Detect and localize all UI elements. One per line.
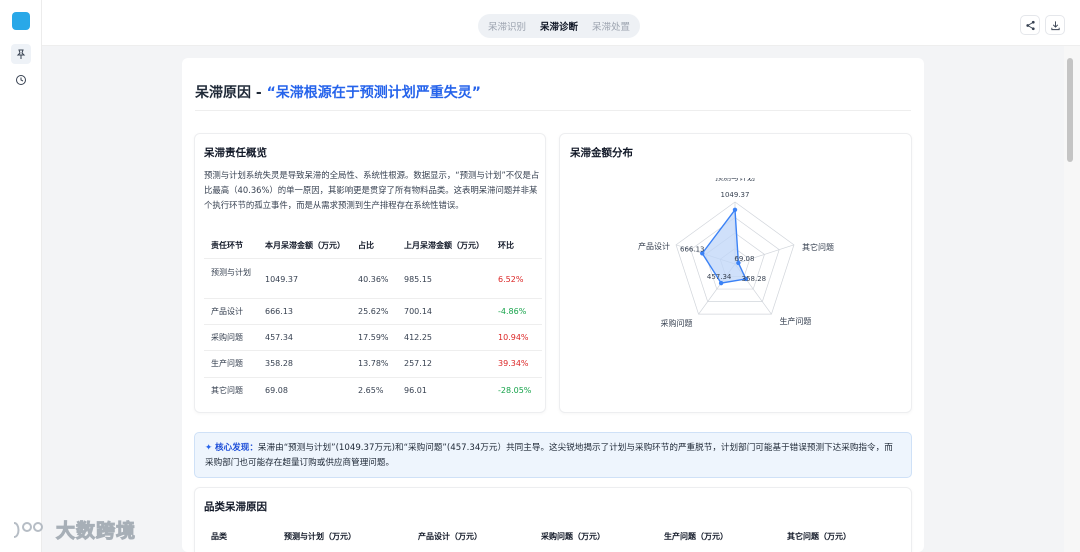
radar-value-label: 358.28 bbox=[742, 275, 767, 283]
tab-dispose[interactable]: 呆滞处置 bbox=[587, 15, 635, 37]
cell-name: 预测与计划 bbox=[211, 268, 251, 277]
radar-value-label: 666.13 bbox=[680, 245, 705, 253]
cell-amount: 457.34 bbox=[265, 333, 293, 342]
category-col-header: 产品设计（万元） bbox=[418, 532, 482, 541]
cell-last: 985.15 bbox=[404, 275, 432, 284]
cell-name: 采购问题 bbox=[211, 333, 243, 342]
download-icon bbox=[1050, 20, 1060, 30]
watermark-logo-icon bbox=[13, 521, 43, 538]
watermark-text: 大数跨境 bbox=[55, 520, 137, 543]
col-header: 上月呆滞金额（万元） bbox=[404, 241, 484, 250]
cell-mom: -4.86% bbox=[498, 307, 527, 316]
cell-amount: 358.28 bbox=[265, 359, 293, 368]
sparkle-icon: ✦ bbox=[205, 443, 213, 453]
cell-mom: -28.05% bbox=[498, 386, 532, 395]
report-title: 呆滞原因 - “呆滞根源在于预测计划严重失灵” bbox=[195, 82, 481, 102]
row-divider bbox=[204, 298, 542, 299]
row-divider bbox=[204, 377, 542, 378]
cell-share: 25.62% bbox=[358, 307, 389, 316]
cell-last: 96.01 bbox=[404, 386, 427, 395]
share-icon bbox=[1025, 20, 1035, 30]
category-col-header: 其它问题（万元） bbox=[787, 532, 851, 541]
stage-tabs: 呆滞识别 呆滞诊断 呆滞处置 bbox=[478, 14, 640, 38]
cell-last: 700.14 bbox=[404, 307, 432, 316]
left-rail bbox=[0, 0, 42, 552]
radar-value-label: 1049.37 bbox=[721, 191, 750, 199]
radar-category-label: 其它问题 bbox=[802, 242, 834, 252]
cell-share: 40.36% bbox=[358, 275, 389, 284]
cell-mom: 39.34% bbox=[498, 359, 529, 368]
cell-mom: 10.94% bbox=[498, 333, 529, 342]
category-col-header: 品类 bbox=[211, 532, 227, 541]
cell-share: 13.78% bbox=[358, 359, 389, 368]
col-header: 责任环节 bbox=[211, 241, 243, 250]
distribution-title: 呆滞金额分布 bbox=[570, 147, 633, 159]
cell-mom: 6.52% bbox=[498, 275, 524, 284]
report-title-prefix: 呆滞原因 - bbox=[195, 85, 267, 101]
cell-name: 其它问题 bbox=[211, 386, 243, 395]
radar-chart: 1049.37 69.08 358.28 457.34 666.13 预测与计划其它问题生… bbox=[638, 178, 834, 328]
radar-data-point bbox=[718, 280, 724, 286]
overview-title: 呆滞责任概览 bbox=[204, 147, 267, 159]
overview-paragraph: 预测与计划系统失灵是导致呆滞的全局性、系统性根源。数据显示，“预测与计划”不仅是… bbox=[204, 170, 540, 211]
category-panel bbox=[194, 487, 912, 552]
category-title: 品类呆滞原因 bbox=[204, 501, 267, 513]
cell-amount: 666.13 bbox=[265, 307, 293, 316]
cell-share: 2.65% bbox=[358, 386, 384, 395]
radar-data-point bbox=[732, 207, 738, 212]
watermark: 大数跨境 bbox=[10, 516, 136, 543]
top-bar: 呆滞识别 呆滞诊断 呆滞处置 bbox=[42, 0, 1080, 46]
radar-value-label: 457.34 bbox=[707, 273, 732, 281]
col-header: 环比 bbox=[498, 241, 514, 250]
insight-text: 呆滞由“预测与计划”(1049.37万元)和“采购问题”(457.34万元）共同… bbox=[205, 443, 893, 468]
insight-label: 核心发现： bbox=[214, 443, 258, 453]
title-divider bbox=[195, 110, 911, 111]
insight-box: ✦ 核心发现：呆滞由“预测与计划”(1049.37万元)和“采购问题”(457.… bbox=[194, 432, 912, 478]
cell-name: 产品设计 bbox=[211, 307, 243, 316]
pin-icon[interactable] bbox=[11, 44, 31, 64]
radar-category-label: 预测与计划 bbox=[715, 178, 755, 182]
cell-last: 412.25 bbox=[404, 333, 432, 342]
category-col-header: 生产问题（万元） bbox=[664, 532, 728, 541]
col-header: 占比 bbox=[358, 241, 374, 250]
radar-category-label: 生产问题 bbox=[779, 316, 811, 326]
tab-identify[interactable]: 呆滞识别 bbox=[483, 15, 531, 37]
col-header: 本月呆滞金额（万元） bbox=[265, 241, 345, 250]
share-button[interactable] bbox=[1020, 15, 1040, 35]
cell-amount: 1049.37 bbox=[265, 275, 299, 284]
row-divider bbox=[204, 258, 542, 259]
cell-name: 生产问题 bbox=[211, 359, 243, 368]
category-col-header: 预测与计划（万元） bbox=[284, 532, 356, 541]
category-col-header: 采购问题（万元） bbox=[541, 532, 605, 541]
cell-share: 17.59% bbox=[358, 333, 389, 342]
cell-amount: 69.08 bbox=[265, 386, 288, 395]
download-button[interactable] bbox=[1045, 15, 1065, 35]
cell-last: 257.12 bbox=[404, 359, 432, 368]
app-logo-icon[interactable] bbox=[12, 12, 30, 30]
report-title-highlight: “呆滞根源在于预测计划严重失灵” bbox=[266, 85, 481, 101]
radar-category-label: 采购问题 bbox=[661, 318, 693, 328]
radar-value-label: 69.08 bbox=[734, 255, 754, 263]
radar-category-label: 产品设计 bbox=[638, 241, 670, 251]
tab-diagnose[interactable]: 呆滞诊断 bbox=[535, 15, 583, 37]
history-clock-icon[interactable] bbox=[11, 70, 31, 90]
row-divider bbox=[204, 324, 542, 325]
row-divider bbox=[204, 350, 542, 351]
scrollbar-thumb[interactable] bbox=[1067, 58, 1073, 162]
